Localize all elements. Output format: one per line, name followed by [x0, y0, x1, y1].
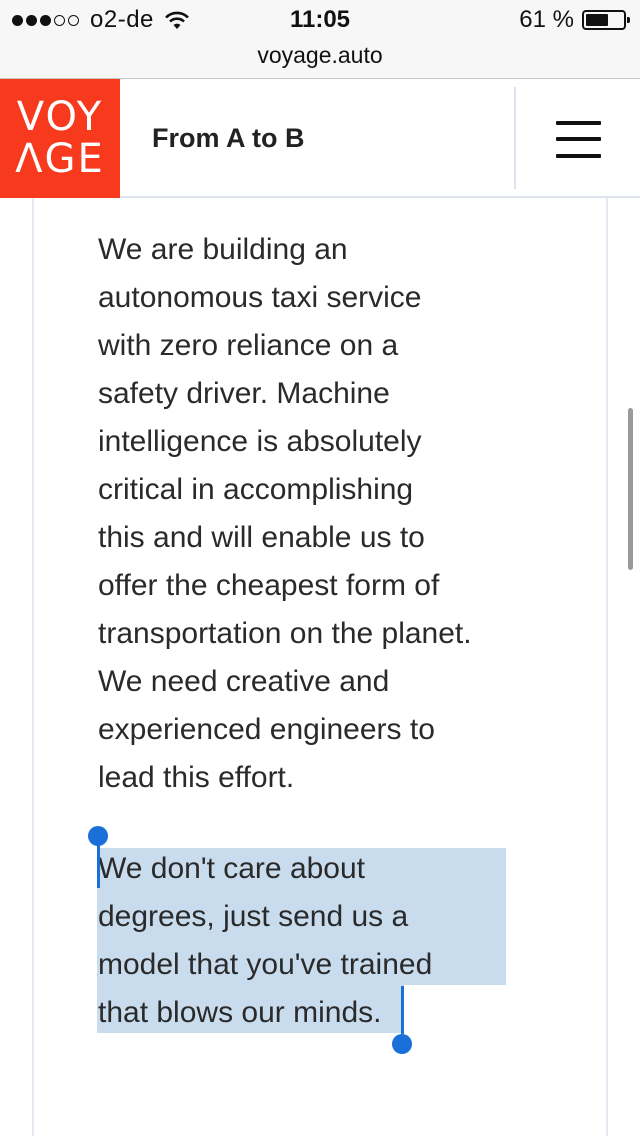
voyage-logo[interactable]: VOY ΛGE	[0, 79, 120, 198]
selected-paragraph-line: model that you've trained	[98, 948, 433, 981]
intro-paragraph: We are building an autonomous taxi servic…	[98, 226, 528, 802]
hamburger-menu-icon[interactable]	[516, 79, 640, 198]
intro-paragraph-line: lead this effort.	[98, 761, 295, 794]
selected-paragraph-line: that blows our minds.	[98, 996, 382, 1029]
intro-paragraph-line: intelligence is absolutely	[98, 425, 422, 458]
selected-paragraph-line: We don't care about	[98, 852, 366, 885]
intro-paragraph-line: We are building an	[98, 233, 348, 266]
scrollbar[interactable]	[628, 408, 633, 570]
intro-paragraph-line: We need creative and	[98, 665, 390, 698]
intro-paragraph-line: this and will enable us to	[98, 521, 425, 554]
url-text[interactable]: voyage.auto	[257, 42, 382, 68]
intro-paragraph-line: critical in accomplishing	[98, 473, 414, 506]
selected-paragraph-line: degrees, just send us a	[98, 900, 409, 933]
status-bar: o2-de 11:05 61 %	[0, 0, 640, 40]
tagline: From A to B	[152, 123, 305, 153]
intro-paragraph-line: autonomous taxi service	[98, 281, 422, 314]
intro-paragraph-line: offer the cheapest form of	[98, 569, 440, 602]
selection-end-handle[interactable]	[392, 1034, 412, 1054]
intro-paragraph-line: with zero reliance on a	[98, 329, 399, 362]
selection-start-caret	[97, 844, 100, 888]
intro-paragraph-line: transportation on the planet.	[98, 617, 472, 650]
battery-fill	[586, 14, 608, 26]
address-bar[interactable]: voyage.auto	[0, 40, 640, 79]
selection-start-handle[interactable]	[88, 826, 108, 846]
intro-paragraph-line: safety driver. Machine	[98, 377, 390, 410]
battery-icon	[582, 10, 630, 30]
selected-paragraph[interactable]: We don't care about degrees, just send us…	[98, 845, 528, 1037]
selection-end-caret	[401, 986, 404, 1034]
intro-paragraph-line: experienced engineers to	[98, 713, 435, 746]
site-header: VOY ΛGE From A to B	[0, 79, 640, 198]
battery-percent: 61 %	[519, 6, 574, 33]
logo-line-2: ΛGE	[15, 136, 105, 182]
status-right: 61 %	[519, 6, 630, 34]
logo-line-1: VOY	[16, 94, 104, 140]
